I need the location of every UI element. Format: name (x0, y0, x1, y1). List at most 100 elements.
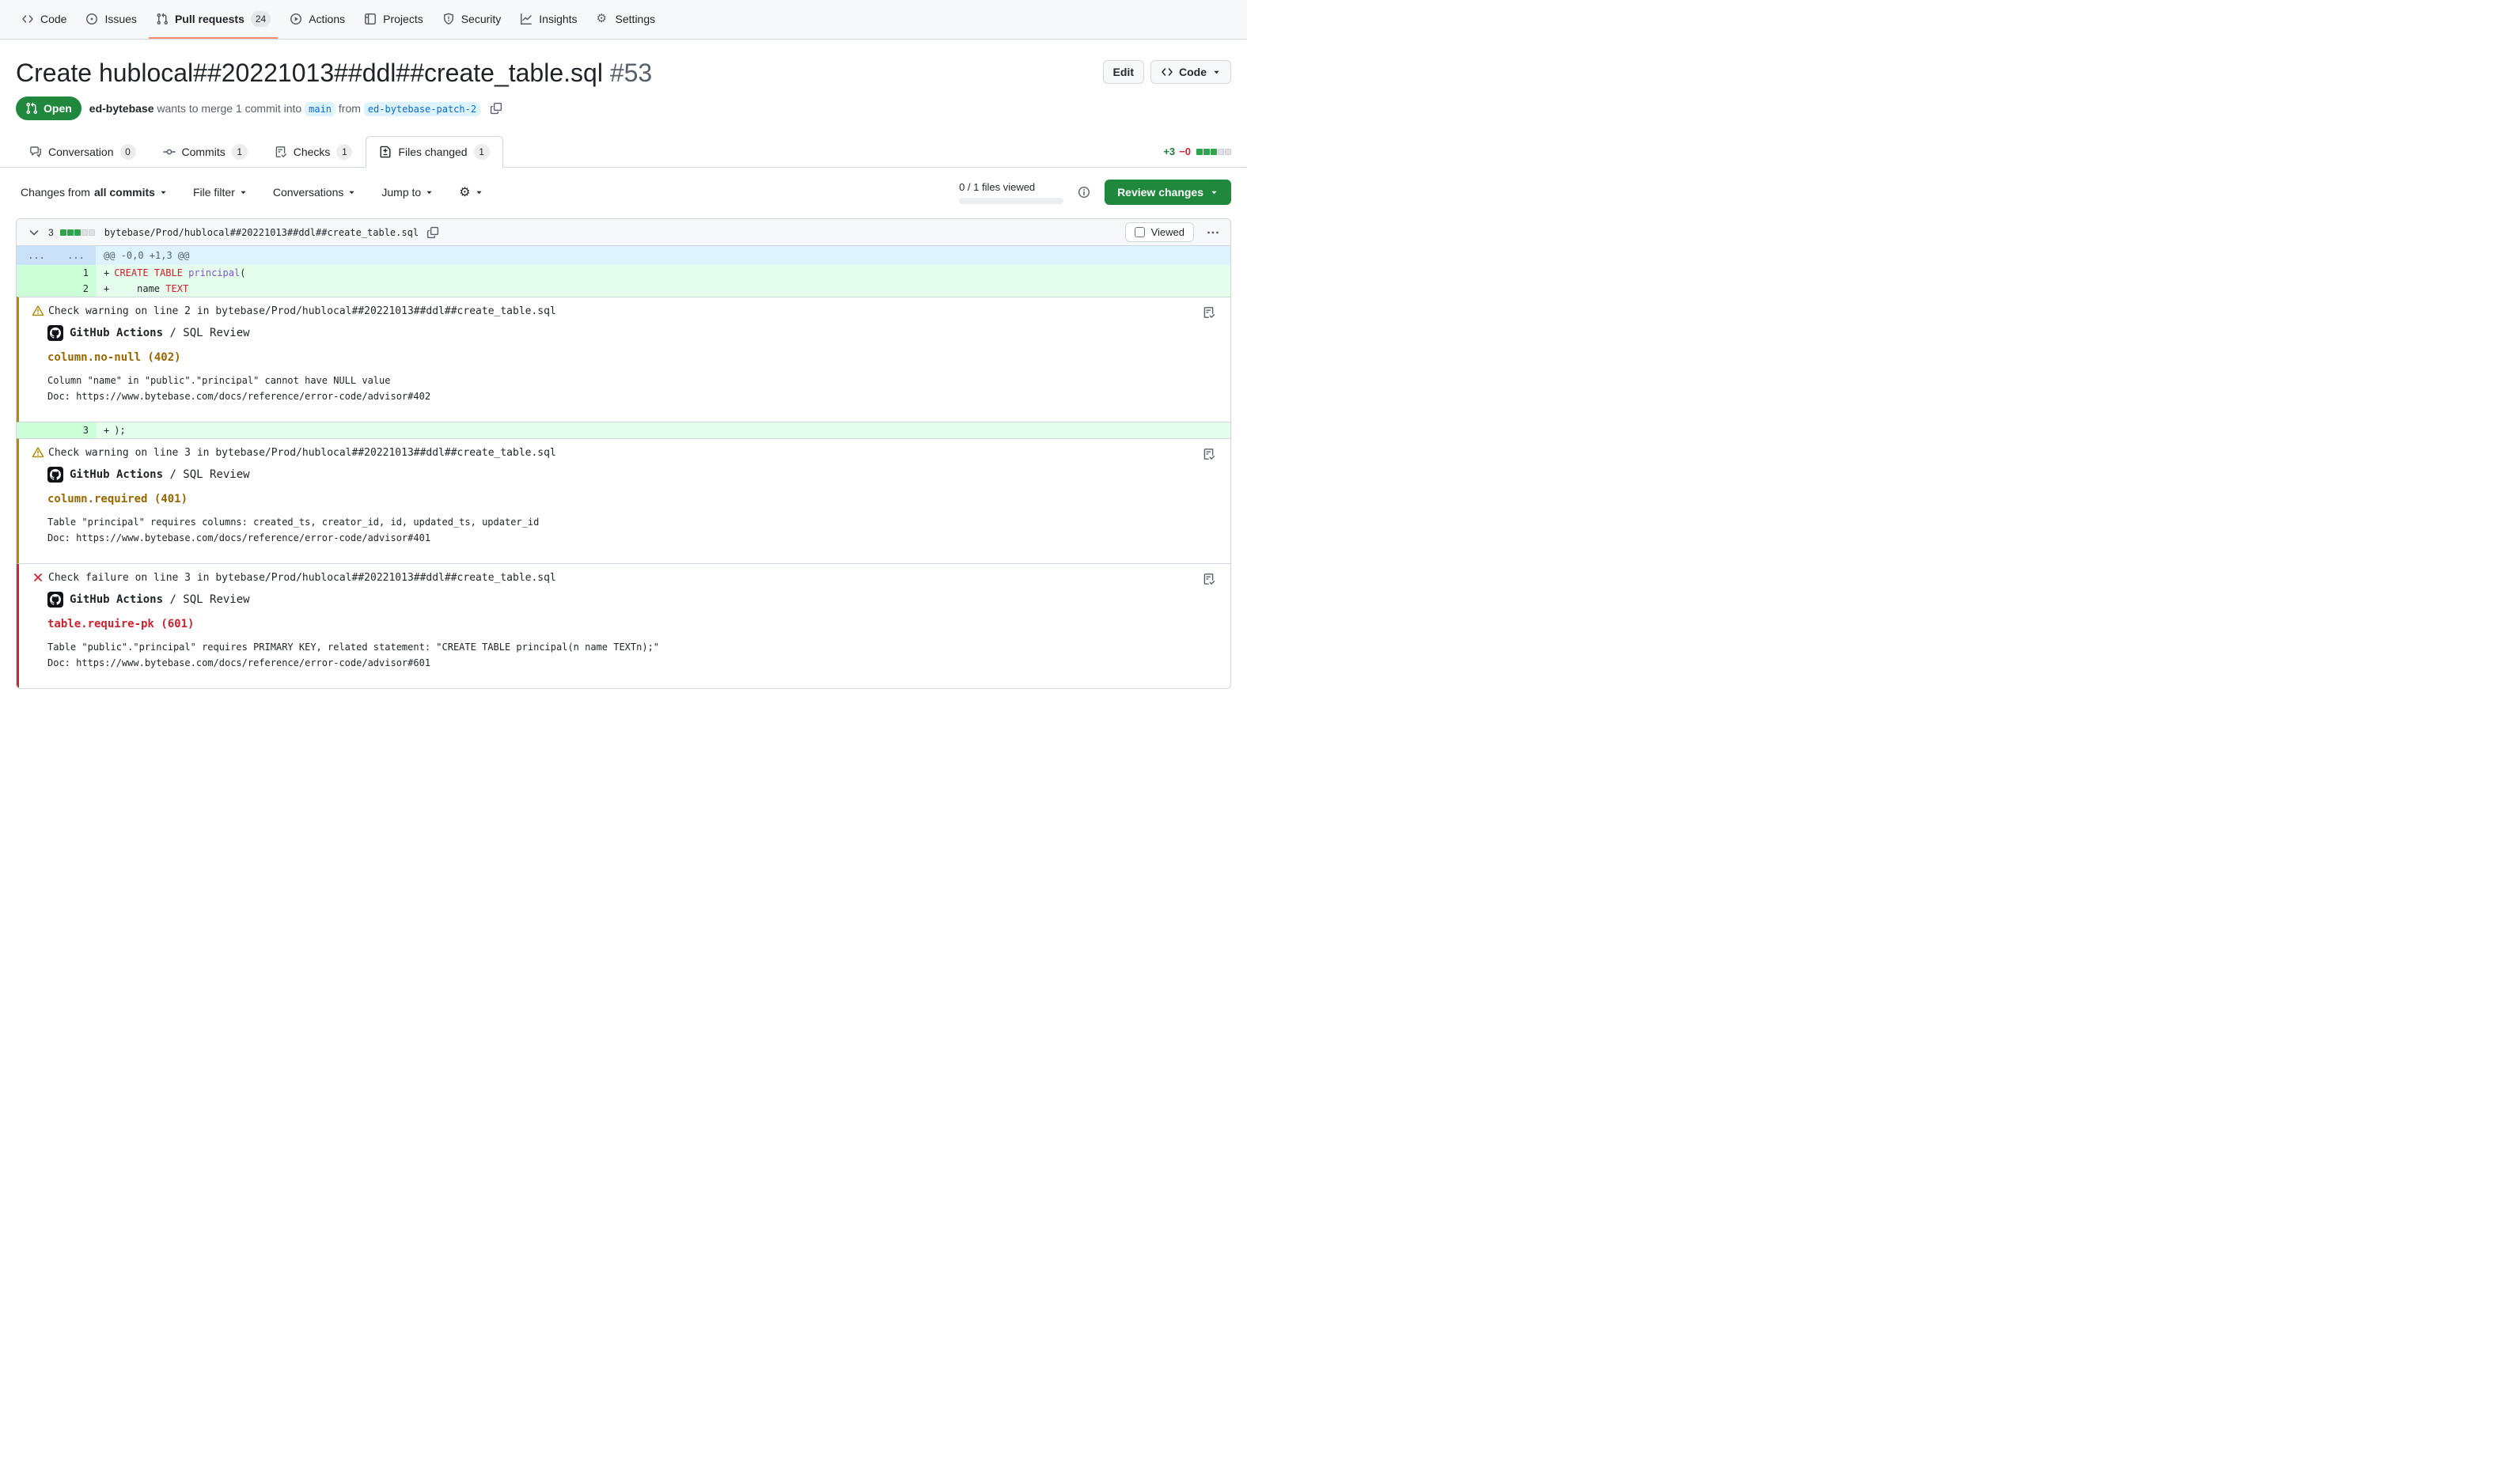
review-changes-label: Review changes (1117, 186, 1203, 199)
nav-item-code[interactable]: Code (14, 0, 74, 39)
hunk-gutter-new[interactable]: ... (56, 246, 96, 265)
diffstat-square (1196, 149, 1203, 155)
caret-down-icon (239, 188, 248, 197)
copy-branch-button[interactable] (488, 100, 504, 116)
nav-item-label: Security (461, 13, 502, 25)
edit-button[interactable]: Edit (1103, 60, 1144, 84)
github-logo-icon (50, 594, 61, 605)
annotation-checks-button[interactable] (1198, 447, 1220, 461)
line-number-old (17, 422, 56, 438)
checklist-icon (1203, 448, 1215, 460)
tab-label: Commits (182, 146, 226, 158)
head-branch-label[interactable]: ed-bytebase-patch-2 (364, 102, 480, 116)
review-changes-button[interactable]: Review changes (1105, 180, 1231, 205)
diffstat-square (1203, 149, 1210, 155)
viewed-toggle[interactable]: Viewed (1125, 222, 1194, 242)
git-pull-request-icon (25, 102, 38, 115)
shield-icon (442, 13, 455, 25)
code-icon (21, 13, 34, 25)
diff-line-added[interactable]: 3 +); (17, 422, 1230, 438)
tab-files-changed[interactable]: Files changed1 (366, 136, 502, 168)
diffstat-square (81, 229, 88, 236)
annotation-doc-link: Doc: https://www.bytebase.com/docs/refer… (47, 389, 1218, 404)
diff-line-added[interactable]: 2 + name TEXT (17, 281, 1230, 297)
file-diffstat-squares (60, 229, 95, 236)
tab-commits[interactable]: Commits1 (150, 136, 261, 168)
collapse-file-button[interactable] (26, 225, 42, 240)
avatar (47, 325, 63, 341)
files-viewed-progress (959, 198, 1063, 204)
tab-count: 1 (336, 144, 352, 160)
nav-item-settings[interactable]: ⚙ Settings (589, 0, 663, 39)
diffstat-square (1211, 149, 1217, 155)
viewed-checkbox[interactable] (1135, 227, 1145, 237)
pr-tabs: Conversation0 Commits1 Checks1 Files cha… (0, 136, 1247, 168)
nav-item-label: Settings (616, 13, 656, 25)
caret-down-icon (347, 188, 356, 197)
pr-author[interactable]: ed-bytebase (89, 102, 154, 115)
line-number-new: 2 (56, 281, 96, 297)
tab-count: 1 (474, 144, 490, 160)
tab-count: 0 (120, 144, 136, 160)
pr-actions: Edit Code (1103, 60, 1231, 84)
git-pull-request-icon (156, 13, 169, 25)
annotation-source-app[interactable]: GitHub Actions (70, 327, 163, 339)
tab-conversation[interactable]: Conversation 0 (16, 136, 150, 168)
file-filter-dropdown[interactable]: File filter (188, 185, 252, 199)
file-path[interactable]: bytebase/Prod/hublocal##20221013##ddl##c… (104, 227, 419, 238)
pr-title-text: Create hublocal##20221013##ddl##create_t… (16, 59, 603, 87)
nav-item-pull-requests[interactable]: Pull requests24 (149, 0, 278, 39)
play-icon (290, 13, 302, 25)
issue-opened-icon (85, 13, 98, 25)
nav-item-issues[interactable]: Issues (78, 0, 143, 39)
hunk-header-text: @@ -0,0 +1,3 @@ (96, 246, 1230, 265)
caret-down-icon (475, 188, 483, 197)
line-number-old (17, 281, 56, 297)
annotation-title: Check failure on line 3 in bytebase/Prod… (48, 572, 556, 584)
files-viewed-help-button[interactable] (1076, 184, 1092, 200)
github-logo-icon (50, 327, 61, 339)
diff-line-added[interactable]: 1 +CREATE TABLE principal( (17, 265, 1230, 281)
code-icon (1161, 66, 1173, 78)
annotation-source-app[interactable]: GitHub Actions (70, 468, 163, 481)
file-options-kebab-button[interactable] (1205, 225, 1221, 240)
annotation-checks-button[interactable] (1198, 305, 1220, 320)
gear-icon: ⚙ (597, 13, 609, 25)
hunk-gutter-old[interactable]: ... (17, 246, 56, 265)
annotation-checks-button[interactable] (1198, 572, 1220, 586)
nav-item-security[interactable]: Security (435, 0, 509, 39)
nav-item-insights[interactable]: Insights (513, 0, 584, 39)
annotation-source-app[interactable]: GitHub Actions (70, 593, 163, 606)
annotation-message: Column "name" in "public"."principal" ca… (47, 373, 1218, 388)
pull-requests-count-badge: 24 (251, 11, 271, 27)
file-filter-label: File filter (193, 186, 235, 199)
alert-icon (32, 305, 44, 317)
diffstat-deletions: −0 (1179, 146, 1191, 157)
jump-to-dropdown[interactable]: Jump to (377, 185, 438, 199)
tab-checks[interactable]: Checks1 (261, 136, 366, 168)
diff-settings-dropdown[interactable]: ⚙ (454, 184, 487, 201)
files-viewed: 0 / 1 files viewed (959, 181, 1063, 204)
diff-line-code: +); (96, 422, 1230, 438)
graph-icon (520, 13, 533, 25)
kebab-horizontal-icon (1207, 226, 1219, 239)
annotation-doc-link: Doc: https://www.bytebase.com/docs/refer… (47, 531, 1218, 546)
annotation-doc-link: Doc: https://www.bytebase.com/docs/refer… (47, 656, 1218, 671)
code-dropdown-button[interactable]: Code (1150, 60, 1231, 84)
nav-item-actions[interactable]: Actions (282, 0, 352, 39)
line-number-new: 1 (56, 265, 96, 281)
nav-item-label: Insights (539, 13, 577, 25)
conversations-dropdown[interactable]: Conversations (268, 185, 362, 199)
info-icon (1078, 186, 1090, 199)
checklist-icon (275, 146, 287, 158)
base-branch-label[interactable]: main (305, 102, 335, 116)
changes-from-dropdown[interactable]: Changes fromall commits (16, 185, 172, 199)
edit-button-label: Edit (1113, 66, 1134, 78)
file-diff-icon (379, 146, 392, 158)
pr-status-row: Open ed-bytebase wants to merge 1 commit… (16, 97, 1231, 120)
gear-icon: ⚙ (459, 184, 470, 200)
copy-file-path-button[interactable] (425, 225, 441, 240)
tab-label: Conversation (48, 146, 114, 158)
nav-item-projects[interactable]: Projects (357, 0, 430, 39)
diffstat-square (74, 229, 81, 236)
